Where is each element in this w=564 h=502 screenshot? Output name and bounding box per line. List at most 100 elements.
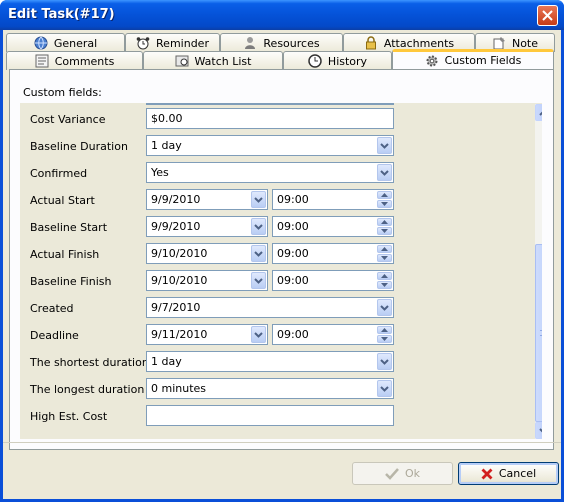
custom-fields-grid: Cost Variance $0.00 Baseline Duration 1 day… (20, 103, 542, 439)
custom-fields-label: Custom fields: (23, 86, 102, 99)
lock-icon (365, 36, 376, 50)
field-date-value: 9/10/2010 (151, 274, 208, 287)
dropdown-button[interactable] (251, 272, 266, 289)
spin-down-button[interactable] (377, 200, 392, 208)
field-combo[interactable]: 0 minutes (146, 378, 394, 399)
cancel-button[interactable]: Cancel (458, 462, 559, 485)
field-label: Deadline (30, 329, 79, 342)
spin-up-button[interactable] (377, 272, 392, 280)
field-row: Actual Start 9/9/2010 09:00 (20, 188, 525, 215)
watch-list-icon (175, 55, 188, 67)
person-icon (245, 37, 256, 49)
dropdown-button[interactable] (251, 191, 266, 208)
tab-label: Watch List (194, 54, 252, 68)
field-value: Yes (151, 166, 169, 179)
tab-comments[interactable]: Comments (6, 51, 143, 70)
field-combo[interactable]: 9/7/2010 (146, 297, 394, 318)
dropdown-button[interactable] (377, 299, 392, 316)
field-combo[interactable]: Yes (146, 162, 394, 183)
cancel-button-label: Cancel (498, 467, 537, 480)
tab-history[interactable]: History (283, 51, 392, 70)
scroll-down-button[interactable] (535, 422, 542, 439)
field-date-picker[interactable]: 9/11/2010 (146, 324, 268, 345)
dropdown-button[interactable] (251, 218, 266, 235)
field-text-input[interactable]: $0.00 (146, 108, 394, 129)
dropdown-button[interactable] (251, 245, 266, 262)
spin-down-button[interactable] (377, 281, 392, 289)
field-row: Deadline 9/11/2010 09:00 (20, 323, 525, 350)
chevron-down-icon (254, 196, 263, 203)
dropdown-button[interactable] (251, 326, 266, 343)
chevron-up-icon (539, 111, 542, 116)
ok-button-label: Ok (404, 467, 421, 480)
field-label: Baseline Duration (30, 140, 128, 153)
tab-watch-list[interactable]: Watch List (143, 51, 283, 70)
chevron-down-icon (254, 223, 263, 230)
spin-up-button[interactable] (377, 191, 392, 199)
dropdown-button[interactable] (377, 380, 392, 397)
chevron-down-icon (380, 169, 389, 176)
window-title: Edit Task(#17) (8, 7, 115, 22)
field-text-input[interactable] (146, 405, 394, 426)
field-label: Baseline Start (30, 221, 108, 234)
chevron-down-icon (381, 229, 388, 233)
field-label: The shortest duration (30, 356, 149, 369)
field-label: Cost Variance (30, 113, 106, 126)
checkmark-icon (385, 467, 399, 480)
tab-label: General (53, 36, 98, 50)
globe-icon (34, 36, 48, 50)
field-time-value: 09:00 (277, 247, 309, 260)
dropdown-button[interactable] (377, 353, 392, 370)
tab-general[interactable]: General (6, 33, 125, 52)
tab-reminder[interactable]: Reminder (125, 33, 220, 52)
field-combo[interactable]: 1 day (146, 135, 394, 156)
ok-button[interactable]: Ok (352, 462, 453, 485)
field-date-value: 9/11/2010 (151, 328, 208, 341)
field-date-picker[interactable]: 9/10/2010 (146, 270, 268, 291)
tab-label: Custom Fields (444, 54, 522, 67)
spin-down-button[interactable] (377, 227, 392, 235)
alarm-clock-icon (136, 37, 150, 50)
field-label: Actual Start (30, 194, 95, 207)
chevron-down-icon (381, 256, 388, 260)
tab-resources[interactable]: Resources (220, 33, 343, 52)
vertical-scrollbar[interactable] (535, 104, 542, 439)
field-date-value: 9/10/2010 (151, 247, 208, 260)
field-value: 1 day (151, 139, 182, 152)
tab-label: Note (511, 36, 539, 50)
tab-label: Resources (263, 36, 320, 50)
tab-label: History (327, 54, 368, 68)
field-label: High Est. Cost (30, 410, 108, 423)
spin-down-button[interactable] (377, 335, 392, 343)
field-time-spinner[interactable]: 09:00 (272, 270, 394, 291)
dropdown-button[interactable] (377, 164, 392, 181)
field-date-value: 9/9/2010 (151, 220, 201, 233)
close-button[interactable] (537, 5, 558, 26)
scroll-up-button[interactable] (535, 104, 542, 121)
tab-label: Comments (54, 54, 115, 68)
field-combo[interactable]: 1 day (146, 351, 394, 372)
chevron-down-icon (254, 331, 263, 338)
spin-down-button[interactable] (377, 254, 392, 262)
field-time-spinner[interactable]: 09:00 (272, 324, 394, 345)
field-value: $0.00 (151, 112, 183, 125)
dropdown-button[interactable] (377, 137, 392, 154)
title-bar[interactable]: Edit Task(#17) (0, 0, 564, 30)
field-date-picker[interactable]: 9/9/2010 (146, 189, 268, 210)
field-row: The shortest duration 1 day (20, 350, 525, 377)
field-row: The longest duration 0 minutes (20, 377, 525, 404)
field-date-picker[interactable]: 9/10/2010 (146, 243, 268, 264)
spin-up-button[interactable] (377, 218, 392, 226)
field-time-spinner[interactable]: 09:00 (272, 216, 394, 237)
chevron-up-icon (381, 274, 388, 278)
chevron-down-icon (380, 358, 389, 365)
field-time-value: 09:00 (277, 274, 309, 287)
field-time-spinner[interactable]: 09:00 (272, 189, 394, 210)
field-time-spinner[interactable]: 09:00 (272, 243, 394, 264)
field-value: 1 day (151, 355, 182, 368)
tab-custom-fields[interactable]: Custom Fields (392, 49, 554, 69)
field-date-picker[interactable]: 9/9/2010 (146, 216, 268, 237)
spin-up-button[interactable] (377, 326, 392, 334)
scroll-thumb[interactable] (535, 244, 542, 422)
spin-up-button[interactable] (377, 245, 392, 253)
